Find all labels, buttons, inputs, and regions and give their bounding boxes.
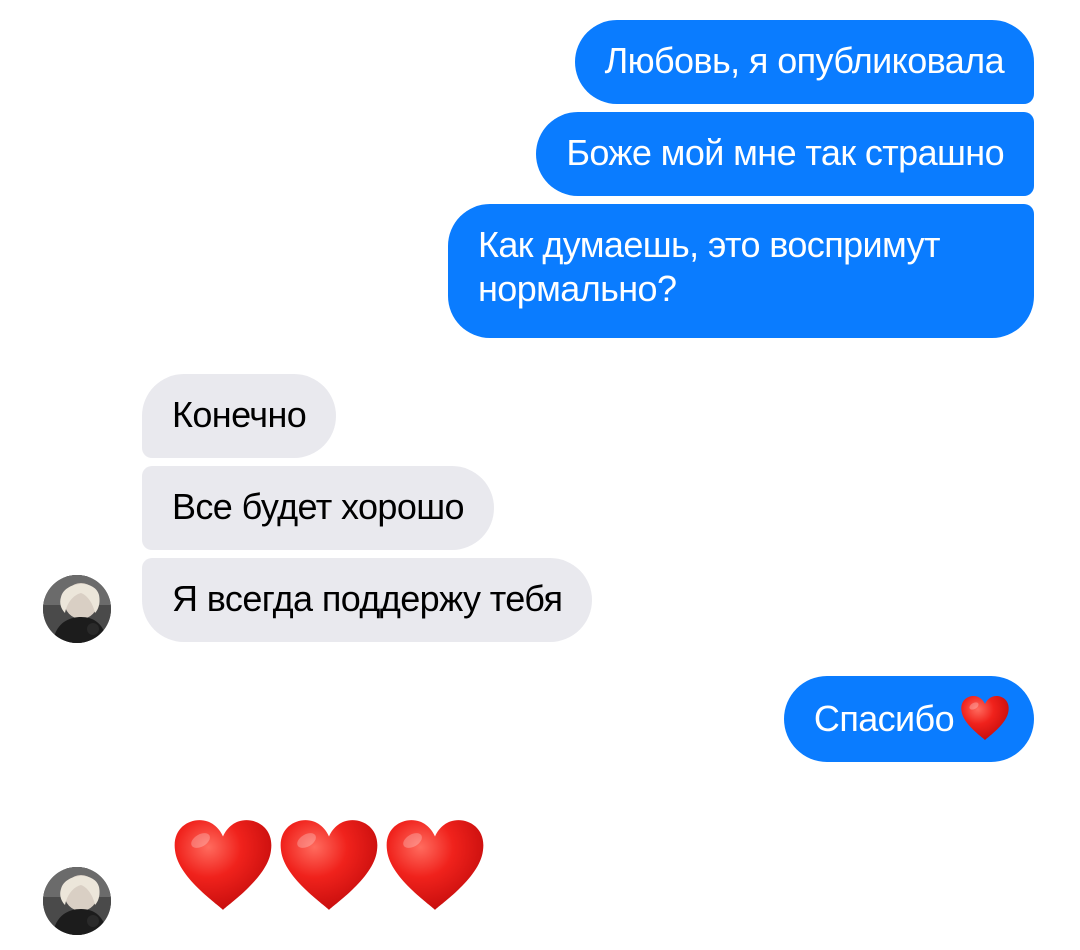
- outgoing-message[interactable]: Боже мой мне так страшно: [536, 112, 1034, 196]
- outgoing-message[interactable]: Спасибо: [783, 676, 1034, 762]
- message-text: Конечно: [172, 394, 307, 435]
- heart-emoji-icon: [278, 812, 380, 918]
- message-text: Как думаешь, это воспримут нормально?: [478, 224, 940, 309]
- message-text: Все будет хорошо: [172, 486, 465, 527]
- heart-emoji-icon: [960, 695, 1010, 741]
- heart-emoji-icon: [384, 812, 486, 918]
- outgoing-message[interactable]: Как думаешь, это воспримут нормально?: [448, 204, 1034, 338]
- contact-avatar[interactable]: [43, 575, 111, 643]
- message-text: Боже мой мне так страшно: [566, 132, 1004, 173]
- avatar-photo-icon: [43, 575, 111, 643]
- incoming-emoji-message[interactable]: [172, 812, 486, 922]
- message-text: Любовь, я опубликовала: [604, 40, 1005, 81]
- message-thread: Любовь, я опубликовала Боже мой мне так …: [0, 0, 1080, 950]
- incoming-message[interactable]: Я всегда поддержу тебя: [142, 558, 593, 642]
- heart-emoji-icon: [172, 812, 274, 918]
- avatar-photo-icon: [43, 867, 111, 935]
- incoming-message[interactable]: Все будет хорошо: [142, 466, 494, 550]
- message-text: Я всегда поддержу тебя: [172, 578, 563, 619]
- outgoing-message[interactable]: Любовь, я опубликовала: [574, 20, 1034, 104]
- incoming-message[interactable]: Конечно: [142, 374, 337, 458]
- contact-avatar[interactable]: [43, 867, 111, 935]
- message-text: Спасибо: [813, 698, 955, 739]
